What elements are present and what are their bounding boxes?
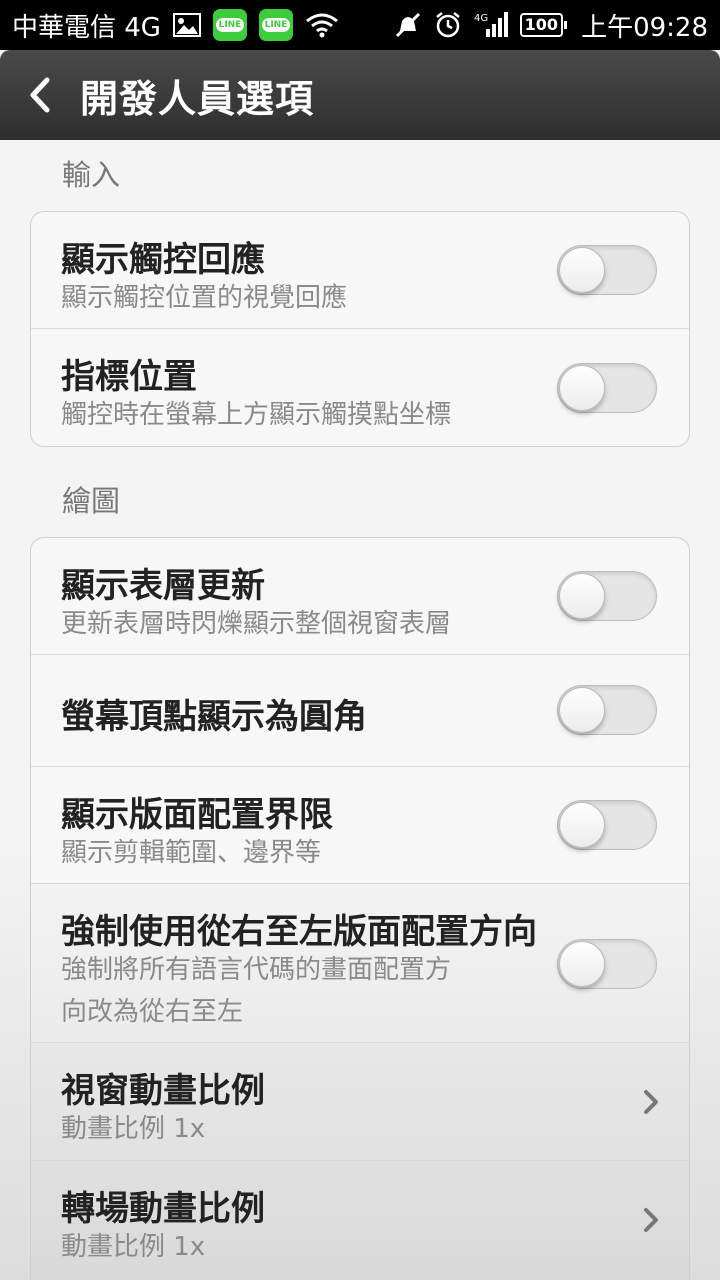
toggle-switch[interactable] [557, 939, 657, 989]
toggle-switch[interactable] [557, 363, 657, 413]
clock: 上午09:28 [581, 12, 708, 43]
setting-subtitle: 顯示剪輯範圍、邊界等 [61, 838, 322, 868]
status-right: 4G 100 上午09:28 [394, 7, 708, 44]
back-button[interactable] [0, 50, 80, 140]
alarm-icon [434, 11, 462, 39]
status-bar: 中華電信 4G LINE LINE 4G 100 上午09:28 [0, 0, 720, 50]
image-icon [172, 13, 201, 37]
line-app-icon: LINE [258, 9, 293, 41]
toggle-knob [559, 687, 605, 733]
wifi-icon [305, 12, 339, 38]
setting-row-force-rtl[interactable]: 強制使用從右至左版面配置方向 強制將所有語言代碼的畫面配置方 向改為從右至左 [31, 884, 689, 1043]
setting-title: 強制使用從右至左版面配置方向 [61, 912, 537, 952]
section-header-input: 輸入 [62, 158, 121, 192]
title-bar: 開發人員選項 [0, 50, 720, 140]
toggle-switch[interactable] [557, 685, 657, 735]
drawing-settings-card: 顯示表層更新 更新表層時閃爍顯示整個視窗表層 螢幕頂點顯示為圓角 顯示版面配置界… [30, 537, 690, 1280]
mute-icon [394, 11, 422, 39]
toggle-knob [559, 802, 605, 848]
section-header-drawing: 繪圖 [62, 484, 121, 518]
setting-title: 轉場動畫比例 [61, 1189, 265, 1229]
toggle-switch[interactable] [557, 571, 657, 621]
setting-row-show-layout-bounds[interactable]: 顯示版面配置界限 顯示剪輯範圍、邊界等 [31, 767, 689, 884]
setting-title: 視窗動畫比例 [61, 1071, 265, 1111]
setting-subtitle: 動畫比例 1x [61, 1114, 206, 1144]
setting-subtitle: 觸控時在螢幕上方顯示觸摸點坐標 [61, 400, 452, 430]
chevron-right-icon [639, 1087, 663, 1117]
setting-row-pointer-location[interactable]: 指標位置 觸控時在螢幕上方顯示觸摸點坐標 [31, 329, 689, 446]
chevron-left-icon [30, 77, 50, 113]
toggle-knob [559, 573, 605, 619]
setting-row-window-animation-scale[interactable]: 視窗動畫比例 動畫比例 1x [31, 1043, 689, 1161]
setting-row-show-surface-updates[interactable]: 顯示表層更新 更新表層時閃爍顯示整個視窗表層 [31, 538, 689, 655]
input-settings-card: 顯示觸控回應 顯示觸控位置的視覺回應 指標位置 觸控時在螢幕上方顯示觸摸點坐標 [30, 211, 690, 447]
setting-title: 螢幕頂點顯示為圓角 [61, 697, 367, 737]
toggle-knob [559, 247, 605, 293]
toggle-switch[interactable] [557, 245, 657, 295]
page-title: 開發人員選項 [80, 76, 315, 121]
setting-title: 指標位置 [61, 357, 197, 397]
carrier-label: 中華電信 4G [12, 12, 161, 43]
setting-subtitle: 動畫比例 1x [61, 1232, 206, 1262]
setting-subtitle-line1: 強制將所有語言代碼的畫面配置方 [61, 955, 452, 985]
toggle-knob [559, 365, 605, 411]
toggle-switch[interactable] [557, 800, 657, 850]
battery-icon: 100 [519, 13, 568, 37]
setting-subtitle-line2: 向改為從右至左 [61, 997, 244, 1027]
setting-title: 顯示表層更新 [61, 566, 265, 606]
setting-title: 顯示版面配置界限 [61, 795, 333, 835]
setting-row-rounded-corners[interactable]: 螢幕頂點顯示為圓角 [31, 655, 689, 767]
chevron-right-icon [639, 1205, 663, 1235]
toggle-knob [559, 941, 605, 987]
svg-text:4G: 4G [474, 13, 488, 24]
signal-icon: 4G [474, 11, 508, 39]
setting-subtitle: 更新表層時閃爍顯示整個視窗表層 [61, 609, 452, 639]
setting-subtitle: 顯示觸控位置的視覺回應 [61, 283, 348, 313]
setting-row-show-touches[interactable]: 顯示觸控回應 顯示觸控位置的視覺回應 [31, 212, 689, 329]
setting-row-transition-animation-scale[interactable]: 轉場動畫比例 動畫比例 1x [31, 1161, 689, 1280]
line-app-icon: LINE [212, 9, 247, 41]
setting-title: 顯示觸控回應 [61, 240, 265, 280]
status-left: 中華電信 4G LINE LINE [12, 7, 394, 44]
